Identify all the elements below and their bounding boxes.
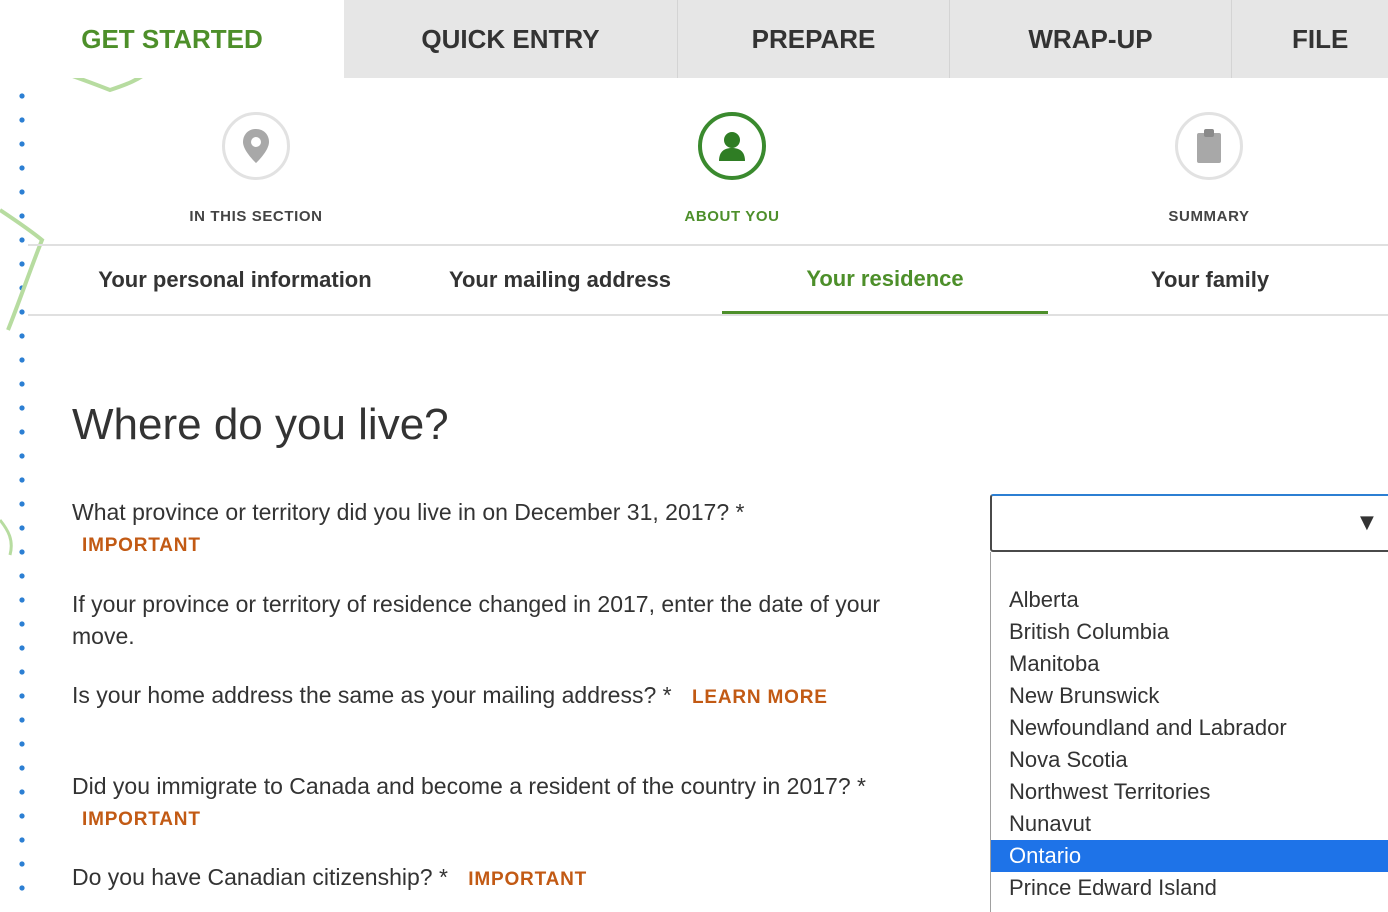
question-text: Did you immigrate to Canada and become a… bbox=[72, 773, 866, 799]
tab-wrap-up[interactable]: WRAP-UP bbox=[950, 0, 1232, 78]
subnav-family[interactable]: Your family bbox=[1048, 246, 1372, 314]
question-text: If your province or territory of residen… bbox=[72, 591, 881, 649]
option-northwest-territories[interactable]: Northwest Territories bbox=[991, 776, 1388, 808]
dropdown-arrow-icon: ▼ bbox=[1360, 512, 1374, 533]
step-label: SUMMARY bbox=[1168, 208, 1250, 225]
tab-quick-entry[interactable]: QUICK ENTRY bbox=[344, 0, 678, 78]
option-nunavut[interactable]: Nunavut bbox=[991, 808, 1388, 840]
step-label: ABOUT YOU bbox=[684, 208, 780, 225]
option-ontario[interactable]: Ontario bbox=[991, 840, 1388, 872]
question-citizenship: Do you have Canadian citizenship? * IMPO… bbox=[72, 861, 932, 896]
tab-prepare[interactable]: PREPARE bbox=[678, 0, 950, 78]
important-link[interactable]: IMPORTANT bbox=[468, 869, 587, 890]
question-move-date: If your province or territory of residen… bbox=[72, 588, 932, 652]
question-text: Is your home address the same as your ma… bbox=[72, 682, 672, 708]
important-link[interactable]: IMPORTANT bbox=[82, 804, 932, 836]
question-text: Do you have Canadian citizenship? * bbox=[72, 864, 448, 890]
option-british-columbia[interactable]: British Columbia bbox=[991, 616, 1388, 648]
step-circle bbox=[1175, 112, 1243, 180]
question-text: What province or territory did you live … bbox=[72, 499, 745, 525]
option-nova-scotia[interactable]: Nova Scotia bbox=[991, 744, 1388, 776]
main-tab-bar: GET STARTED QUICK ENTRY PREPARE WRAP-UP … bbox=[0, 0, 1388, 78]
divider bbox=[28, 314, 1388, 316]
option-prince-edward-island[interactable]: Prince Edward Island bbox=[991, 872, 1388, 904]
question-home-address-same: Is your home address the same as your ma… bbox=[72, 679, 932, 714]
person-icon bbox=[719, 132, 745, 161]
step-about-you[interactable]: ABOUT YOU bbox=[632, 112, 832, 225]
clipboard-icon bbox=[1197, 129, 1221, 163]
province-select[interactable]: ▼ bbox=[990, 494, 1388, 552]
option-manitoba[interactable]: Manitoba bbox=[991, 648, 1388, 680]
option-newfoundland-and-labrador[interactable]: Newfoundland and Labrador bbox=[991, 712, 1388, 744]
province-dropdown-list: Alberta British Columbia Manitoba New Br… bbox=[990, 552, 1388, 912]
subnav-residence[interactable]: Your residence bbox=[722, 246, 1048, 314]
subnav-personal-information[interactable]: Your personal information bbox=[72, 246, 398, 314]
map-pin-icon bbox=[243, 129, 269, 163]
step-summary[interactable]: SUMMARY bbox=[1109, 112, 1309, 225]
important-link[interactable]: IMPORTANT bbox=[82, 530, 932, 562]
question-immigrated: Did you immigrate to Canada and become a… bbox=[72, 770, 932, 836]
tab-get-started[interactable]: GET STARTED bbox=[0, 0, 344, 78]
option-new-brunswick[interactable]: New Brunswick bbox=[991, 680, 1388, 712]
step-in-this-section[interactable]: IN THIS SECTION bbox=[156, 112, 356, 225]
tab-file[interactable]: FILE bbox=[1232, 0, 1388, 78]
step-circle bbox=[698, 112, 766, 180]
step-label: IN THIS SECTION bbox=[189, 208, 323, 225]
page-title: Where do you live? bbox=[72, 400, 449, 449]
question-province-dec31: What province or territory did you live … bbox=[72, 496, 932, 562]
option-alberta[interactable]: Alberta bbox=[991, 584, 1388, 616]
learn-more-link[interactable]: LEARN MORE bbox=[692, 687, 828, 708]
step-circle bbox=[222, 112, 290, 180]
subnav-mailing-address[interactable]: Your mailing address bbox=[398, 246, 722, 314]
